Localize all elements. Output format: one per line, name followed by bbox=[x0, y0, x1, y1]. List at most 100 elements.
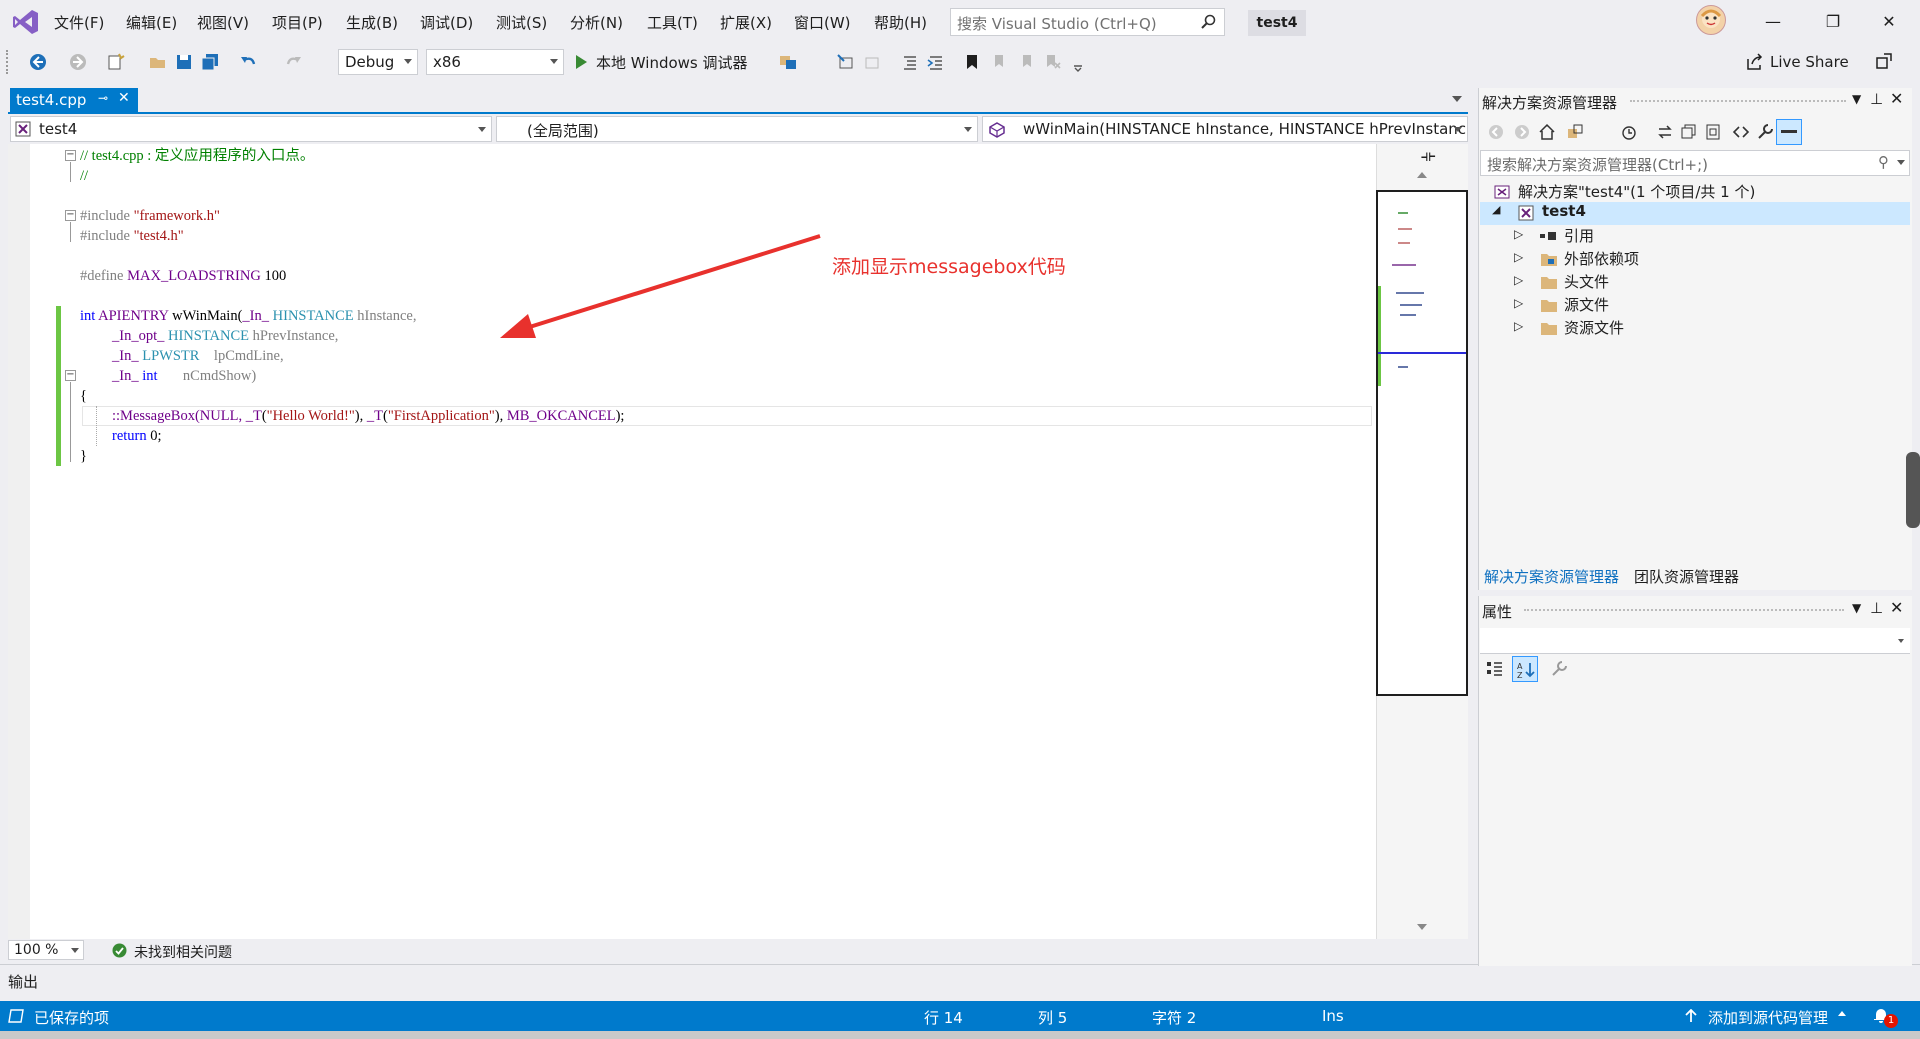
solution-search-input[interactable]: 搜索解决方案资源管理器(Ctrl+;) ⚲ bbox=[1480, 150, 1910, 176]
sync-icon[interactable] bbox=[1656, 123, 1674, 141]
toolbar-overflow-icon[interactable] bbox=[1068, 52, 1088, 72]
pending-changes-filter-icon[interactable] bbox=[1620, 123, 1638, 141]
notifications-button[interactable]: 1 bbox=[1870, 1004, 1900, 1028]
search-input[interactable]: 搜索 Visual Studio (Ctrl+Q) bbox=[950, 8, 1225, 36]
avatar[interactable] bbox=[1696, 5, 1726, 35]
previous-bookmark-icon[interactable] bbox=[990, 52, 1010, 72]
collapsed-triangle-icon[interactable]: ▷ bbox=[1514, 319, 1523, 333]
close-window-button[interactable]: ✕ bbox=[1866, 6, 1912, 38]
save-icon[interactable] bbox=[174, 52, 194, 72]
tab-solution-explorer[interactable]: 解决方案资源管理器 bbox=[1484, 566, 1619, 587]
browser-link-icon[interactable] bbox=[778, 52, 798, 72]
bookmark-icon[interactable] bbox=[962, 52, 982, 72]
menu-help[interactable]: 帮助(H) bbox=[874, 12, 927, 33]
status-insert-mode[interactable]: Ins bbox=[1322, 1007, 1344, 1025]
collapse-region-icon[interactable]: − bbox=[65, 370, 76, 381]
expanded-triangle-icon[interactable]: ◢ bbox=[1492, 203, 1500, 216]
menu-tools[interactable]: 工具(T) bbox=[647, 12, 698, 33]
forward-icon[interactable] bbox=[1514, 124, 1530, 140]
uncomment-lines-icon[interactable] bbox=[926, 52, 946, 72]
project-navigation-select[interactable]: test4 bbox=[10, 116, 492, 142]
tab-team-explorer[interactable]: 团队资源管理器 bbox=[1634, 566, 1739, 587]
toolbar-grip[interactable] bbox=[6, 50, 10, 74]
navigate-back-icon[interactable] bbox=[28, 52, 48, 72]
switch-views-icon[interactable] bbox=[1566, 123, 1584, 141]
menu-extensions[interactable]: 扩展(X) bbox=[720, 12, 772, 33]
annotation-label: 添加显示messagebox代码 bbox=[832, 256, 1066, 278]
close-tab-icon[interactable]: ✕ bbox=[118, 90, 130, 106]
next-bookmark-icon[interactable] bbox=[1016, 52, 1036, 72]
categorized-icon[interactable] bbox=[1486, 660, 1504, 678]
properties-object-select[interactable] bbox=[1480, 628, 1910, 654]
back-icon[interactable] bbox=[1488, 124, 1504, 140]
open-file-icon[interactable] bbox=[148, 52, 168, 72]
clear-bookmarks-icon[interactable] bbox=[1042, 52, 1062, 72]
show-all-files-icon[interactable] bbox=[1704, 123, 1722, 141]
menu-analyze[interactable]: 分析(N) bbox=[570, 12, 623, 33]
code-map[interactable] bbox=[1376, 190, 1468, 696]
collapsed-triangle-icon[interactable]: ▷ bbox=[1514, 250, 1523, 264]
menu-file[interactable]: 文件(F) bbox=[54, 12, 104, 33]
home-icon[interactable] bbox=[1538, 123, 1556, 141]
live-share-label: Live Share bbox=[1770, 53, 1849, 71]
pin-tab-icon[interactable]: ⊸ bbox=[98, 91, 108, 105]
comment-lines-icon[interactable] bbox=[900, 52, 920, 72]
collapsed-triangle-icon[interactable]: ▷ bbox=[1514, 296, 1523, 310]
menu-debug[interactable]: 调试(D) bbox=[420, 12, 473, 33]
navigate-forward-icon[interactable] bbox=[68, 52, 88, 72]
undo-icon[interactable] bbox=[238, 52, 258, 72]
chevron-down-icon bbox=[1898, 639, 1904, 643]
minimize-button[interactable]: — bbox=[1750, 6, 1796, 38]
view-code-icon[interactable] bbox=[1732, 123, 1750, 141]
panel-options-icon[interactable]: ▼ bbox=[1852, 92, 1861, 106]
zoom-level-select[interactable]: 100 % bbox=[8, 940, 84, 960]
solution-icon bbox=[1494, 185, 1510, 199]
code-line-13: { bbox=[80, 388, 87, 404]
feedback-icon[interactable] bbox=[1874, 52, 1894, 72]
menu-window[interactable]: 窗口(W) bbox=[794, 12, 851, 33]
menu-edit[interactable]: 编辑(E) bbox=[126, 12, 177, 33]
menu-build[interactable]: 生成(B) bbox=[346, 12, 398, 33]
close-panel-icon[interactable]: ✕ bbox=[1890, 598, 1903, 617]
scroll-down-icon[interactable] bbox=[1417, 924, 1427, 930]
pin-panel-icon[interactable]: ⊥ bbox=[1870, 599, 1883, 617]
redo-icon[interactable] bbox=[284, 52, 304, 72]
code-line-1: // test4.cpp : 定义应用程序的入口点。 bbox=[80, 148, 315, 164]
platform-value: x86 bbox=[433, 53, 461, 71]
solution-explorer-title: 解决方案资源管理器 bbox=[1482, 94, 1618, 112]
new-project-icon[interactable] bbox=[106, 52, 126, 72]
menu-view[interactable]: 视图(V) bbox=[197, 12, 249, 33]
save-all-icon[interactable] bbox=[200, 52, 220, 72]
side-panel-handle[interactable] bbox=[1906, 452, 1920, 528]
collapsed-triangle-icon[interactable]: ▷ bbox=[1514, 227, 1523, 241]
split-editor-icon[interactable]: ⟛ bbox=[1421, 146, 1436, 166]
solution-configuration-select[interactable]: Debug bbox=[338, 49, 418, 75]
scope-navigation-select[interactable]: (全局范围) bbox=[496, 116, 978, 142]
properties-wrench-icon[interactable] bbox=[1756, 123, 1774, 141]
tab-list-dropdown-icon[interactable] bbox=[1452, 96, 1462, 102]
panel-grip[interactable] bbox=[1524, 609, 1844, 613]
close-panel-icon[interactable]: ✕ bbox=[1890, 89, 1903, 108]
preview-selected-items-button[interactable] bbox=[1776, 119, 1802, 145]
collapse-all-icon[interactable] bbox=[1680, 123, 1698, 141]
pin-panel-icon[interactable]: ⊥ bbox=[1870, 90, 1883, 108]
collapsed-triangle-icon[interactable]: ▷ bbox=[1514, 273, 1523, 287]
member-navigation-select[interactable]: wWinMain(HINSTANCE hInstance, HINSTANCE … bbox=[982, 116, 1468, 142]
menu-project[interactable]: 项目(P) bbox=[272, 12, 323, 33]
step-into-icon[interactable] bbox=[836, 52, 856, 72]
property-pages-wrench-icon[interactable] bbox=[1550, 660, 1568, 678]
step-over-icon[interactable] bbox=[862, 52, 882, 72]
menu-test[interactable]: 测试(S) bbox=[496, 12, 547, 33]
scroll-up-icon[interactable] bbox=[1417, 172, 1427, 178]
restore-button[interactable]: ❐ bbox=[1810, 6, 1856, 38]
collapse-region-icon[interactable]: − bbox=[65, 210, 76, 221]
panel-grip[interactable] bbox=[1630, 100, 1846, 104]
visual-studio-logo-icon[interactable] bbox=[12, 8, 40, 36]
solution-platform-select[interactable]: x86 bbox=[426, 49, 564, 75]
document-tab[interactable]: test4.cpp ⊸ ✕ bbox=[10, 88, 138, 112]
output-tab[interactable]: 输出 bbox=[8, 971, 38, 992]
alphabetical-sort-button[interactable]: AZ bbox=[1512, 656, 1538, 682]
panel-options-icon[interactable]: ▼ bbox=[1852, 601, 1861, 615]
map-mark bbox=[1400, 304, 1422, 306]
collapse-region-icon[interactable]: − bbox=[65, 150, 76, 161]
